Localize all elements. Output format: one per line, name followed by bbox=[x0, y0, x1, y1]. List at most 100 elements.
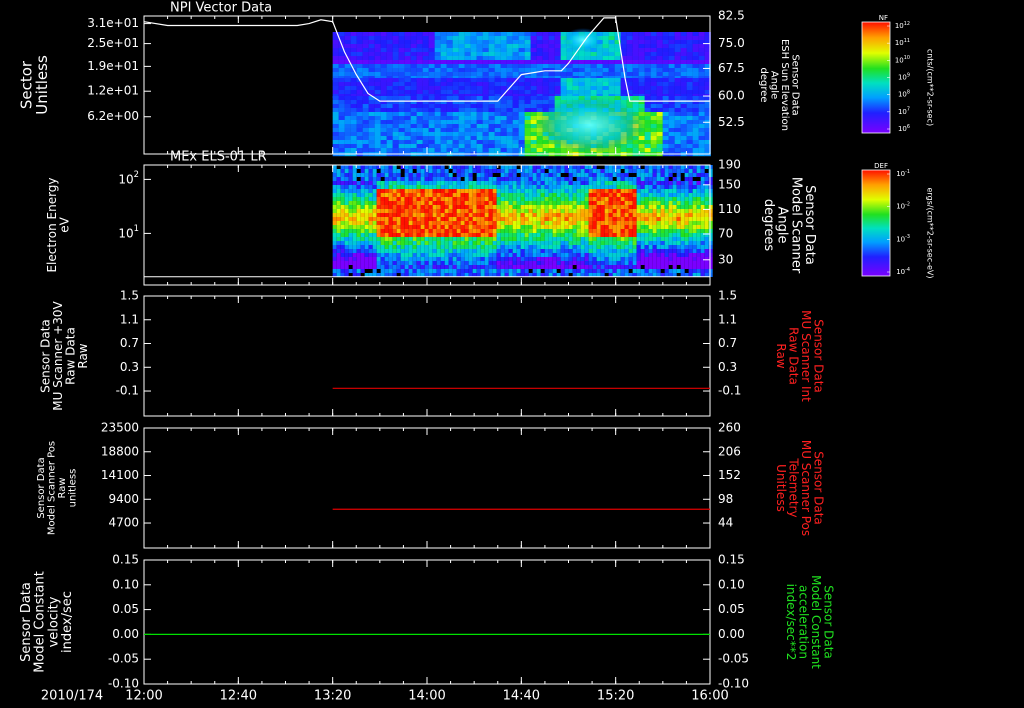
heatmap-cell bbox=[338, 68, 345, 73]
spectrogram-cell bbox=[608, 253, 613, 257]
spectrogram-cell bbox=[408, 205, 413, 209]
panel-line-4: 0.150.100.050.00-0.05-0.100.150.100.050.… bbox=[19, 553, 836, 691]
spectrogram-cell bbox=[520, 253, 525, 257]
heatmap-cell bbox=[416, 48, 423, 53]
spectrogram-cell bbox=[596, 261, 601, 265]
spectrogram-cell bbox=[632, 257, 637, 261]
spectrogram-cell bbox=[652, 229, 657, 233]
spectrogram-cell bbox=[680, 225, 685, 229]
spectrogram-cell bbox=[496, 181, 501, 185]
heatmap-cell bbox=[398, 136, 405, 141]
spectrogram-cell bbox=[560, 237, 565, 241]
spectrogram-cell bbox=[612, 205, 617, 209]
heatmap-cell bbox=[632, 44, 639, 49]
spectrogram-cell bbox=[520, 213, 525, 217]
heatmap-cell bbox=[524, 44, 531, 49]
spectrogram-cell bbox=[432, 221, 437, 225]
heatmap-cell bbox=[434, 120, 441, 125]
spectrogram-cell bbox=[684, 181, 689, 185]
spectrogram-cell bbox=[672, 213, 677, 217]
spectrogram-cell bbox=[692, 221, 697, 225]
y-tick-label: 9400 bbox=[108, 492, 139, 506]
spectrogram-cell bbox=[356, 189, 361, 193]
heatmap-cell bbox=[464, 140, 471, 145]
heatmap-cell bbox=[524, 56, 531, 61]
spectrogram-cell bbox=[540, 221, 545, 225]
heatmap-cell bbox=[446, 116, 453, 121]
heatmap-cell bbox=[410, 108, 417, 113]
heatmap-cell bbox=[440, 56, 447, 61]
heatmap-cell bbox=[674, 108, 681, 113]
spectrogram-cell bbox=[632, 241, 637, 245]
spectrogram-cell bbox=[560, 177, 565, 181]
heatmap-cell bbox=[632, 48, 639, 53]
heatmap-cell bbox=[374, 52, 381, 57]
spectrogram-cell bbox=[528, 229, 533, 233]
spectrogram-cell bbox=[640, 185, 645, 189]
spectrogram-cell bbox=[484, 197, 489, 201]
spectrogram-cell bbox=[372, 189, 377, 193]
spectrogram-cell bbox=[440, 193, 445, 197]
heatmap-cell bbox=[680, 132, 687, 137]
spectrogram-cell bbox=[488, 241, 493, 245]
spectrogram-cell bbox=[556, 229, 561, 233]
heatmap-cell bbox=[500, 140, 507, 145]
spectrogram-cell bbox=[488, 213, 493, 217]
heatmap-cell bbox=[686, 44, 693, 49]
spectrogram-cell bbox=[524, 169, 529, 173]
spectrogram-cell bbox=[656, 257, 661, 261]
spectrogram-cell bbox=[456, 177, 461, 181]
spectrogram-cell bbox=[524, 261, 529, 265]
spectrogram-cell bbox=[532, 201, 537, 205]
heatmap-cell bbox=[692, 72, 699, 77]
heatmap-cell bbox=[554, 86, 561, 91]
spectrogram-cell bbox=[464, 265, 469, 269]
spectrogram-cell bbox=[464, 245, 469, 249]
spectrogram-cell bbox=[428, 265, 433, 269]
spectrogram-cell bbox=[528, 165, 533, 169]
spectrogram-cell bbox=[608, 241, 613, 245]
heatmap-cell bbox=[686, 104, 693, 109]
spectrogram-cell bbox=[468, 213, 473, 217]
spectrogram-cell bbox=[704, 229, 709, 233]
heatmap-cell bbox=[692, 140, 699, 145]
spectrogram-cell bbox=[440, 189, 445, 193]
spectrogram-cell bbox=[344, 237, 349, 241]
spectrogram-cell bbox=[364, 261, 369, 265]
spectrogram-cell bbox=[372, 217, 377, 221]
spectrogram-cell bbox=[668, 201, 673, 205]
y2-tick-label: 152 bbox=[718, 468, 741, 482]
spectrogram-cell bbox=[652, 245, 657, 249]
heatmap-cell bbox=[500, 48, 507, 53]
spectrogram-cell bbox=[688, 197, 693, 201]
spectrogram-cell bbox=[412, 181, 417, 185]
heatmap-cell bbox=[644, 90, 651, 95]
heatmap-cell bbox=[656, 82, 663, 87]
spectrogram-cell bbox=[524, 253, 529, 257]
spectrogram-cell bbox=[564, 181, 569, 185]
spectrogram-cell bbox=[672, 269, 677, 273]
spectrogram-cell bbox=[608, 269, 613, 273]
spectrogram-cell bbox=[476, 269, 481, 273]
spectrogram-cell bbox=[664, 221, 669, 225]
heatmap-cell bbox=[410, 44, 417, 49]
heatmap-cell bbox=[698, 132, 705, 137]
spectrogram-cell bbox=[332, 185, 337, 189]
spectrogram-cell bbox=[704, 225, 709, 229]
spectrogram-cell bbox=[524, 189, 529, 193]
spectrogram-cell bbox=[508, 169, 513, 173]
spectrogram-cell bbox=[408, 169, 413, 173]
spectrogram-cell bbox=[460, 197, 465, 201]
spectrogram-cell bbox=[584, 177, 589, 181]
y2-axis-label: Sensor DataESH Sun ElevationAngledegree bbox=[758, 39, 801, 131]
spectrogram-cell bbox=[416, 237, 421, 241]
spectrogram-cell bbox=[436, 181, 441, 185]
spectrogram-cell bbox=[684, 261, 689, 265]
heatmap-cell bbox=[602, 52, 609, 57]
spectrogram-cell bbox=[336, 233, 341, 237]
spectrogram-cell bbox=[688, 193, 693, 197]
spectrogram-cell bbox=[552, 193, 557, 197]
spectrogram-cell bbox=[504, 205, 509, 209]
spectrogram-cell bbox=[400, 253, 405, 257]
heatmap-cell bbox=[374, 82, 381, 87]
